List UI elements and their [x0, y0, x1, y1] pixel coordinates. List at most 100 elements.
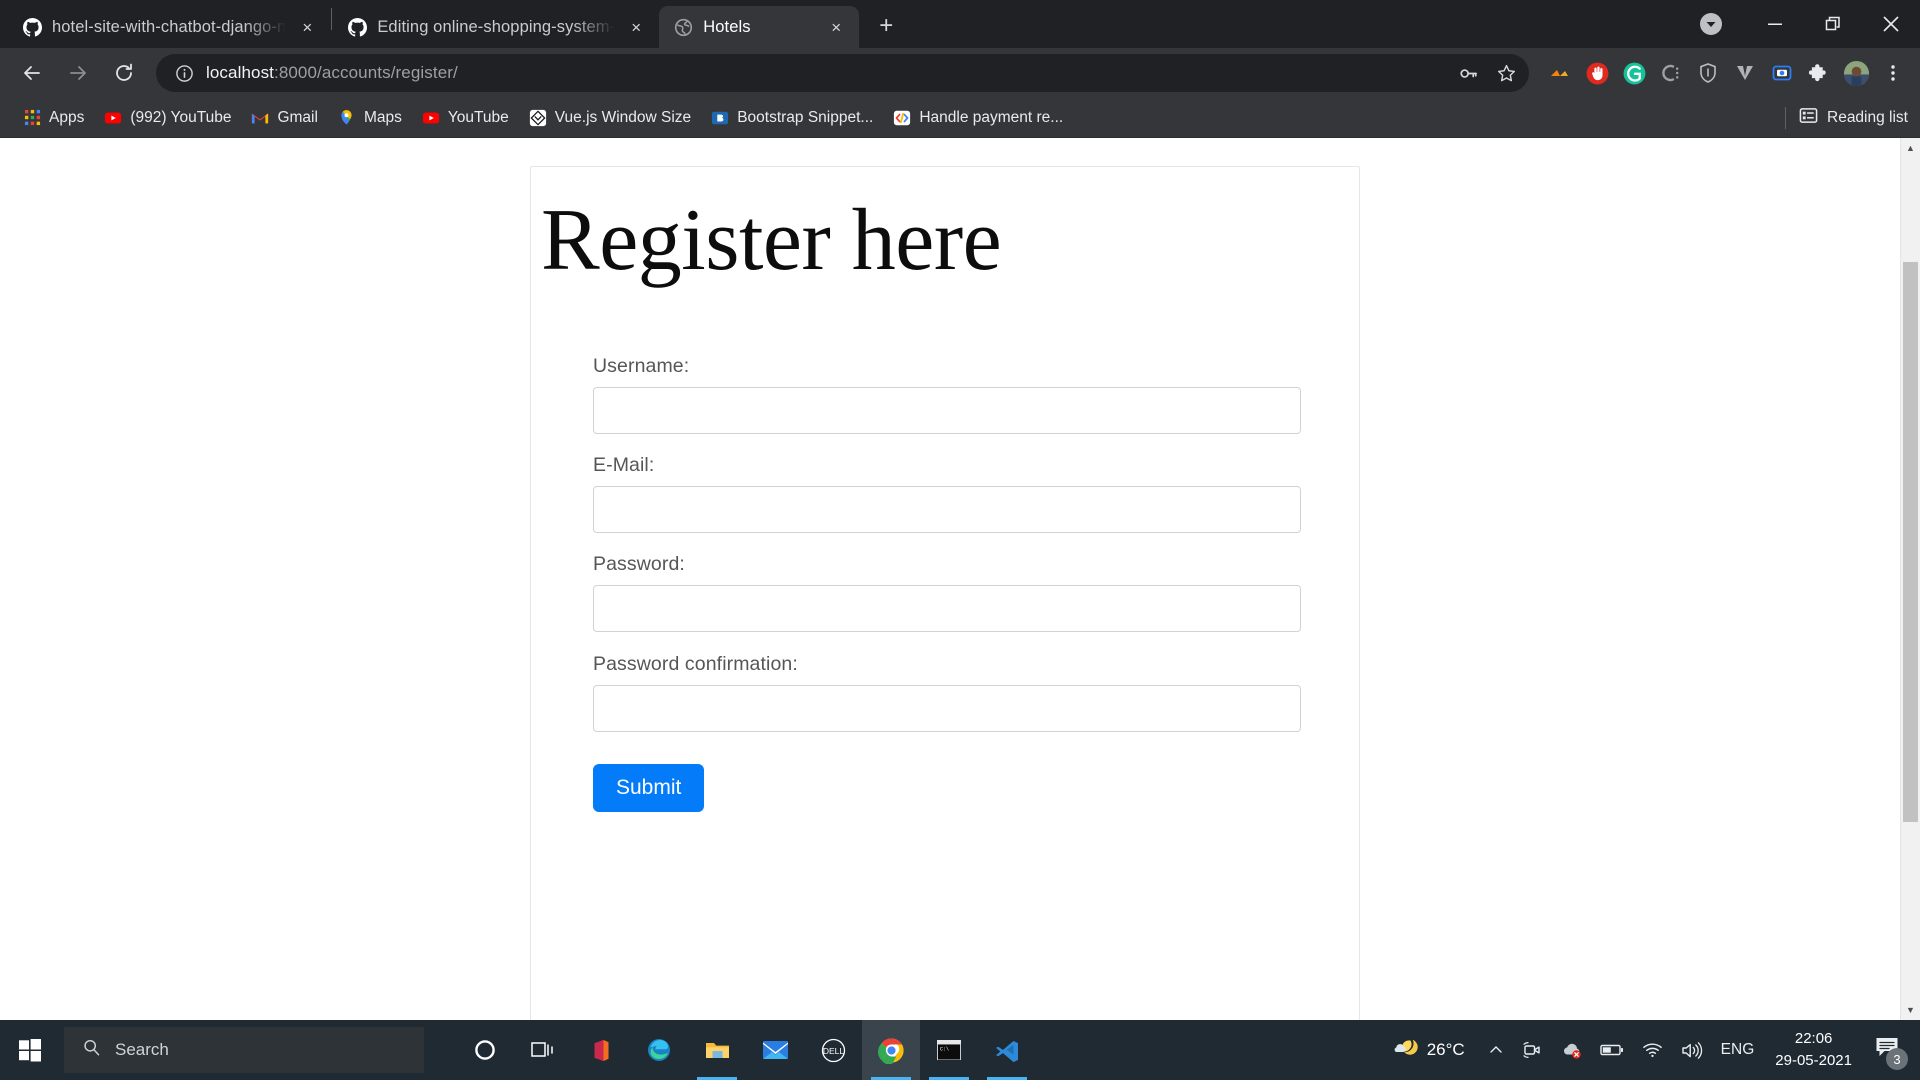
- email-input[interactable]: [593, 486, 1301, 533]
- taskbar-command-prompt-icon[interactable]: C:\: [920, 1020, 978, 1080]
- window-minimize-button[interactable]: [1746, 0, 1804, 48]
- register-form: Username: E-Mail: Password: Password con…: [531, 285, 1301, 812]
- username-input[interactable]: [593, 387, 1301, 434]
- new-tab-button[interactable]: +: [867, 7, 905, 45]
- orange-triangle-extension-icon[interactable]: [1543, 56, 1577, 90]
- browser-tab-2[interactable]: Editing online-shopping-system- ×: [333, 6, 659, 48]
- shield-vpn-icon[interactable]: [1691, 56, 1725, 90]
- url-host: localhost: [206, 63, 274, 82]
- window-controls: [1676, 0, 1920, 48]
- taskbar-mail-icon[interactable]: [746, 1020, 804, 1080]
- taskbar-edge-icon[interactable]: [630, 1020, 688, 1080]
- reading-list-icon: [1799, 106, 1818, 130]
- bookmarks-bar: Apps (992) YouTube Gmail Maps YouTube Vu…: [0, 98, 1920, 138]
- tab-close-button[interactable]: ×: [825, 16, 847, 38]
- language-indicator[interactable]: ENG: [1712, 1020, 1764, 1080]
- profile-avatar[interactable]: [1839, 56, 1873, 90]
- taskbar-dell-icon[interactable]: DELL: [804, 1020, 862, 1080]
- omnibox-actions: [1451, 56, 1523, 90]
- back-button[interactable]: [10, 51, 54, 95]
- password-key-icon[interactable]: [1451, 56, 1485, 90]
- bookmark-maps[interactable]: Maps: [329, 104, 411, 132]
- window-close-button[interactable]: [1862, 0, 1920, 48]
- taskbar-clock[interactable]: 22:06 29-05-2021: [1763, 1020, 1864, 1080]
- notification-count-badge: 3: [1886, 1048, 1908, 1070]
- bookmark-youtube[interactable]: YouTube: [413, 104, 518, 132]
- window-maximize-button[interactable]: [1804, 0, 1862, 48]
- scrollbar-down-arrow[interactable]: ▼: [1901, 1000, 1920, 1020]
- reload-button[interactable]: [102, 51, 146, 95]
- forward-button[interactable]: [56, 51, 100, 95]
- password-confirmation-input[interactable]: [593, 685, 1301, 732]
- svg-text:C:\: C:\: [940, 1047, 949, 1053]
- github-icon: [347, 17, 367, 37]
- profile-dropdown-button[interactable]: [1676, 0, 1746, 48]
- vimeo-record-icon[interactable]: [1728, 56, 1762, 90]
- taskbar-task-view-icon[interactable]: [514, 1020, 572, 1080]
- reading-list-button[interactable]: Reading list: [1785, 98, 1908, 138]
- bookmark-gmail[interactable]: Gmail: [242, 104, 326, 132]
- tab-close-button[interactable]: ×: [296, 16, 318, 38]
- taskbar-items: DELL C:\: [456, 1020, 1036, 1080]
- browser-tab-3-active[interactable]: Hotels ×: [659, 6, 860, 48]
- battery-icon[interactable]: [1591, 1020, 1633, 1080]
- scrollbar-up-arrow[interactable]: ▲: [1901, 138, 1920, 158]
- night-cloud-icon: [1391, 1036, 1418, 1065]
- maps-pin-icon: [338, 109, 356, 127]
- submit-button[interactable]: Submit: [593, 764, 705, 812]
- taskbar-office-icon[interactable]: [572, 1020, 630, 1080]
- form-group-password-confirmation: Password confirmation:: [593, 653, 1301, 732]
- browser-tab-1[interactable]: hotel-site-with-chatbot-django-n ×: [8, 6, 330, 48]
- action-center-button[interactable]: 3: [1864, 1020, 1916, 1080]
- apps-grid-icon: [23, 109, 41, 127]
- bookmark-apps[interactable]: Apps: [14, 104, 93, 132]
- grammarly-icon[interactable]: [1617, 56, 1651, 90]
- weather-temperature: 26°C: [1426, 1040, 1465, 1059]
- taskbar-weather[interactable]: 26°C: [1381, 1020, 1479, 1080]
- extension-toolbar: [1539, 56, 1910, 90]
- globe-icon: [673, 17, 693, 37]
- bookmark-vuejs-window-size[interactable]: Vue.js Window Size: [520, 104, 700, 132]
- vuejs-tool-icon: [529, 109, 547, 127]
- bookmark-handle-payment[interactable]: Handle payment re...: [884, 104, 1072, 132]
- gmail-icon: [251, 109, 269, 127]
- reading-list-label: Reading list: [1827, 109, 1908, 126]
- bookmark-bootstrap-snippet[interactable]: Bootstrap Snippet...: [702, 104, 882, 132]
- tab-separator: [331, 8, 333, 30]
- github-icon: [22, 17, 42, 37]
- adblock-stop-hand-icon[interactable]: [1580, 56, 1614, 90]
- scrollbar-thumb[interactable]: [1903, 262, 1918, 822]
- bookmark-star-icon[interactable]: [1489, 56, 1523, 90]
- chrome-menu-icon[interactable]: [1876, 56, 1910, 90]
- puzzle-extensions-icon[interactable]: [1802, 56, 1836, 90]
- taskbar-cortana-icon[interactable]: [456, 1020, 514, 1080]
- email-label: E-Mail:: [593, 454, 655, 476]
- start-button[interactable]: [0, 1020, 60, 1080]
- browser-window: hotel-site-with-chatbot-django-n × Editi…: [0, 0, 1920, 1020]
- volume-icon[interactable]: [1672, 1020, 1712, 1080]
- taskbar-file-explorer-icon[interactable]: [688, 1020, 746, 1080]
- password-input[interactable]: [593, 585, 1301, 632]
- form-group-email: E-Mail:: [593, 454, 1301, 533]
- page-scrollbar[interactable]: ▲ ▼: [1900, 138, 1920, 1020]
- youtube-icon: [422, 109, 440, 127]
- taskbar-search-box[interactable]: Search: [64, 1027, 424, 1073]
- colorzilla-icon[interactable]: [1654, 56, 1688, 90]
- bookmark-label: Apps: [49, 108, 85, 126]
- bookmark-youtube-992[interactable]: (992) YouTube: [95, 104, 240, 132]
- onedrive-error-icon[interactable]: [1551, 1020, 1591, 1080]
- show-hidden-icons-chevron[interactable]: [1479, 1020, 1513, 1080]
- tab-close-button[interactable]: ×: [625, 16, 647, 38]
- blue-square-extension-icon[interactable]: [1765, 56, 1799, 90]
- taskbar-chrome-icon[interactable]: [862, 1020, 920, 1080]
- taskbar-vscode-icon[interactable]: [978, 1020, 1036, 1080]
- form-group-password: Password:: [593, 553, 1301, 632]
- webcam-icon[interactable]: [1513, 1020, 1551, 1080]
- register-card: Register here Username: E-Mail: Password…: [530, 166, 1360, 1020]
- wifi-icon[interactable]: [1633, 1020, 1672, 1080]
- clock-date: 29-05-2021: [1775, 1052, 1852, 1069]
- address-bar[interactable]: localhost:8000/accounts/register/: [156, 54, 1529, 92]
- site-info-icon[interactable]: [172, 61, 196, 85]
- svg-text:DELL: DELL: [822, 1046, 844, 1056]
- bookmark-label: Handle payment re...: [919, 108, 1064, 126]
